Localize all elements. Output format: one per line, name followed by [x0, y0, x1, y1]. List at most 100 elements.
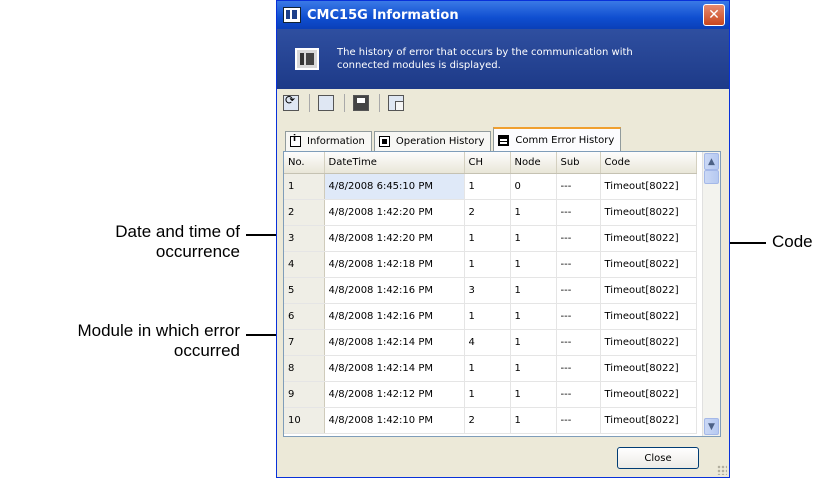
cell-node[interactable]: 1: [510, 381, 557, 408]
tab-information[interactable]: Information: [285, 131, 372, 151]
cell-sub[interactable]: ---: [556, 329, 601, 356]
cell-datetime[interactable]: 4/8/2008 1:42:10 PM: [324, 407, 465, 434]
scroll-up-icon[interactable]: ▲: [704, 153, 719, 170]
column-header-no[interactable]: No.: [284, 152, 325, 174]
cell-code[interactable]: Timeout[8022]: [600, 199, 697, 226]
cell-sub[interactable]: ---: [556, 381, 601, 408]
info-icon: [290, 134, 301, 147]
column-header-node[interactable]: Node: [510, 152, 557, 174]
cell-no[interactable]: 3: [284, 225, 325, 252]
column-header-ch[interactable]: CH: [464, 152, 511, 174]
cell-code[interactable]: Timeout[8022]: [600, 329, 697, 356]
cell-no[interactable]: 8: [284, 355, 325, 382]
cell-sub[interactable]: ---: [556, 251, 601, 278]
cell-datetime[interactable]: 4/8/2008 6:45:10 PM: [324, 173, 465, 200]
title-bar[interactable]: CMC15G Information ✕: [277, 1, 729, 29]
cell-ch[interactable]: 1: [464, 173, 511, 200]
cell-node[interactable]: 1: [510, 407, 557, 434]
table-row[interactable]: 1 4/8/2008 6:45:10 PM 1 0 --- Timeout[8022]: [284, 173, 697, 200]
scroll-thumb[interactable]: [704, 170, 719, 184]
cell-datetime[interactable]: 4/8/2008 1:42:20 PM: [324, 199, 465, 226]
cell-code[interactable]: Timeout[8022]: [600, 303, 697, 330]
cell-datetime[interactable]: 4/8/2008 1:42:14 PM: [324, 355, 465, 382]
cell-no[interactable]: 6: [284, 303, 325, 330]
cell-ch[interactable]: 1: [464, 303, 511, 330]
cell-code[interactable]: Timeout[8022]: [600, 381, 697, 408]
cell-sub[interactable]: ---: [556, 303, 601, 330]
operation-icon: [378, 136, 390, 147]
copy-icon[interactable]: [388, 95, 404, 111]
table-row[interactable]: 9 4/8/2008 1:42:12 PM 1 1 --- Timeout[8022]: [284, 381, 697, 408]
cell-code[interactable]: Timeout[8022]: [600, 355, 697, 382]
cell-datetime[interactable]: 4/8/2008 1:42:16 PM: [324, 303, 465, 330]
module-annotation-line2: occurred: [173, 341, 240, 360]
cell-code[interactable]: Timeout[8022]: [600, 225, 697, 252]
table-row[interactable]: 3 4/8/2008 1:42:20 PM 1 1 --- Timeout[8022]: [284, 225, 697, 252]
cell-sub[interactable]: ---: [556, 173, 601, 200]
cell-sub[interactable]: ---: [556, 199, 601, 226]
cell-no[interactable]: 10: [284, 407, 325, 434]
table-row[interactable]: 7 4/8/2008 1:42:14 PM 4 1 --- Timeout[8022]: [284, 329, 697, 356]
close-window-button[interactable]: ✕: [703, 4, 725, 26]
cell-node[interactable]: 1: [510, 277, 557, 304]
cell-node[interactable]: 1: [510, 199, 557, 226]
table-row[interactable]: 2 4/8/2008 1:42:20 PM 2 1 --- Timeout[8022]: [284, 199, 697, 226]
tab-operation-history[interactable]: Operation History: [373, 131, 492, 151]
tab-comm-error-history[interactable]: Comm Error History: [493, 127, 622, 151]
cell-ch[interactable]: 1: [464, 225, 511, 252]
vertical-scrollbar[interactable]: ▲ ▼: [702, 152, 720, 436]
column-header-sub[interactable]: Sub: [556, 152, 601, 174]
cell-ch[interactable]: 3: [464, 277, 511, 304]
resize-grip-icon[interactable]: [717, 465, 727, 475]
cell-datetime[interactable]: 4/8/2008 1:42:12 PM: [324, 381, 465, 408]
cell-no[interactable]: 1: [284, 173, 325, 200]
table-row[interactable]: 6 4/8/2008 1:42:16 PM 1 1 --- Timeout[8022]: [284, 303, 697, 330]
table-row[interactable]: 8 4/8/2008 1:42:14 PM 1 1 --- Timeout[8022]: [284, 355, 697, 382]
cell-ch[interactable]: 1: [464, 381, 511, 408]
table-row[interactable]: 10 4/8/2008 1:42:10 PM 2 1 --- Timeout[8022]: [284, 407, 697, 434]
tab-label: Operation History: [395, 136, 485, 147]
cell-code[interactable]: Timeout[8022]: [600, 407, 697, 434]
scroll-down-icon[interactable]: ▼: [704, 418, 719, 435]
module-annotation: Module in which error occurred: [0, 321, 240, 361]
refresh-icon[interactable]: [283, 93, 299, 111]
cell-datetime[interactable]: 4/8/2008 1:42:14 PM: [324, 329, 465, 356]
cell-no[interactable]: 9: [284, 381, 325, 408]
cell-code[interactable]: Timeout[8022]: [600, 251, 697, 278]
save-icon[interactable]: [353, 95, 369, 111]
cell-node[interactable]: 1: [510, 225, 557, 252]
cell-node[interactable]: 1: [510, 329, 557, 356]
table-row[interactable]: 4 4/8/2008 1:42:18 PM 1 1 --- Timeout[8022]: [284, 251, 697, 278]
cell-no[interactable]: 4: [284, 251, 325, 278]
column-header-code[interactable]: Code: [600, 152, 697, 174]
cell-sub[interactable]: ---: [556, 277, 601, 304]
cell-sub[interactable]: ---: [556, 355, 601, 382]
cell-datetime[interactable]: 4/8/2008 1:42:18 PM: [324, 251, 465, 278]
banner-description: The history of error that occurs by the …: [337, 47, 633, 71]
cell-no[interactable]: 2: [284, 199, 325, 226]
cell-datetime[interactable]: 4/8/2008 1:42:16 PM: [324, 277, 465, 304]
column-header-datetime[interactable]: DateTime: [324, 152, 465, 174]
cell-node[interactable]: 1: [510, 355, 557, 382]
cell-no[interactable]: 7: [284, 329, 325, 356]
cell-no[interactable]: 5: [284, 277, 325, 304]
cell-sub[interactable]: ---: [556, 407, 601, 434]
description-banner: The history of error that occurs by the …: [277, 29, 729, 89]
cell-node[interactable]: 1: [510, 251, 557, 278]
cell-code[interactable]: Timeout[8022]: [600, 277, 697, 304]
module-annotation-line1: Module in which error: [77, 321, 240, 340]
cell-ch[interactable]: 1: [464, 251, 511, 278]
cell-node[interactable]: 0: [510, 173, 557, 200]
cell-ch[interactable]: 1: [464, 355, 511, 382]
cell-ch[interactable]: 4: [464, 329, 511, 356]
table-row[interactable]: 5 4/8/2008 1:42:16 PM 3 1 --- Timeout[8022]: [284, 277, 697, 304]
cell-node[interactable]: 1: [510, 303, 557, 330]
close-button[interactable]: Close: [617, 447, 699, 469]
cell-datetime[interactable]: 4/8/2008 1:42:20 PM: [324, 225, 465, 252]
print-icon[interactable]: [318, 95, 334, 111]
datetime-annotation-line2: occurrence: [155, 242, 240, 261]
cell-ch[interactable]: 2: [464, 407, 511, 434]
cell-sub[interactable]: ---: [556, 225, 601, 252]
cell-ch[interactable]: 2: [464, 199, 511, 226]
cell-code[interactable]: Timeout[8022]: [600, 173, 697, 200]
